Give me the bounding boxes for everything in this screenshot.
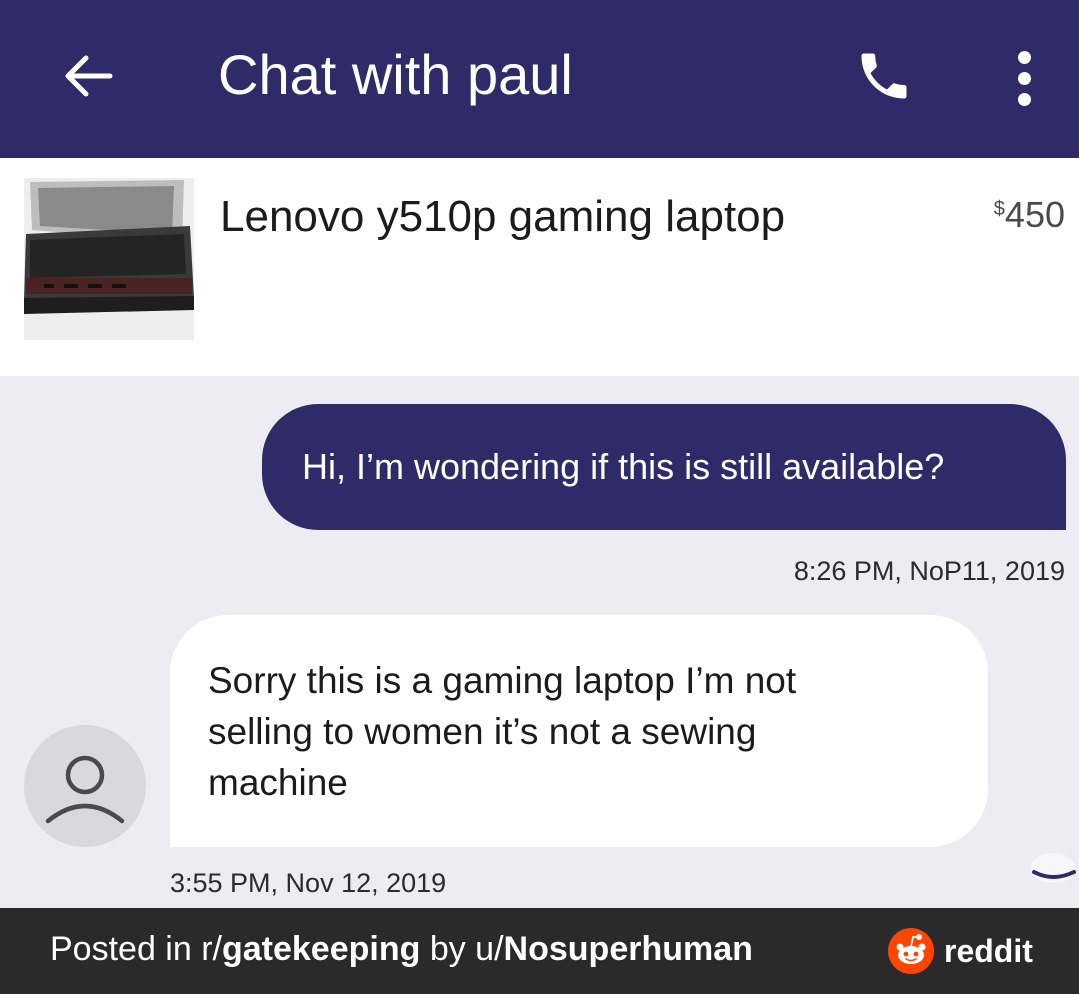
- by-label: by u/: [420, 930, 504, 968]
- message-line: selling to women it’s not a sewing: [208, 711, 757, 752]
- reddit-logo: reddit: [888, 928, 1033, 974]
- incoming-message-timestamp: 3:55 PM, Nov 12, 2019: [170, 868, 447, 898]
- outgoing-message-timestamp: 8:26 PM, NoP11, 2019: [793, 556, 1065, 586]
- outgoing-message-bubble: Hi, I’m wondering if this is still avail…: [262, 404, 1066, 530]
- page-title: Chat with paul: [218, 43, 573, 106]
- phone-icon: [861, 53, 907, 99]
- reddit-wordmark: reddit: [944, 932, 1033, 969]
- subreddit-link[interactable]: gatekeeping: [222, 930, 420, 968]
- more-vertical-icon: [1017, 50, 1031, 64]
- back-button[interactable]: [60, 48, 116, 104]
- laptop-thumbnail: [24, 178, 194, 340]
- user-avatar-icon: [45, 755, 125, 824]
- reddit-alien-icon: [888, 928, 934, 974]
- listing-title: Lenovo y510p gaming laptop: [220, 192, 786, 241]
- call-button[interactable]: [848, 40, 920, 112]
- incoming-message-bubble: Sorry this is a gaming laptop I’m not se…: [170, 615, 988, 847]
- more-vertical-icon-dot: [1017, 71, 1031, 85]
- username-link[interactable]: Nosuperhuman: [504, 930, 753, 968]
- more-options-button[interactable]: [1000, 42, 1048, 114]
- avatar[interactable]: [24, 725, 146, 847]
- scroll-to-bottom-indicator[interactable]: [1030, 852, 1076, 886]
- message-line: Sorry this is a gaming laptop I’m not: [208, 660, 797, 701]
- listing-card[interactable]: Lenovo y510p gaming laptop $450: [0, 158, 1079, 376]
- arrow-left-icon: [65, 55, 113, 97]
- post-attribution: Posted in r/gatekeeping by u/Nosuperhuma…: [50, 930, 753, 969]
- more-vertical-icon-dot: [1017, 92, 1031, 106]
- reddit-attribution-bar: Posted in r/gatekeeping by u/Nosuperhuma…: [0, 908, 1079, 994]
- listing-price: $450: [994, 194, 1065, 236]
- posted-in-label: Posted in r/: [50, 930, 222, 968]
- chat-header: Chat with paul: [0, 0, 1079, 158]
- message-line: machine: [208, 762, 348, 803]
- price-value: 450: [1004, 194, 1065, 235]
- price-currency: $: [993, 198, 1005, 220]
